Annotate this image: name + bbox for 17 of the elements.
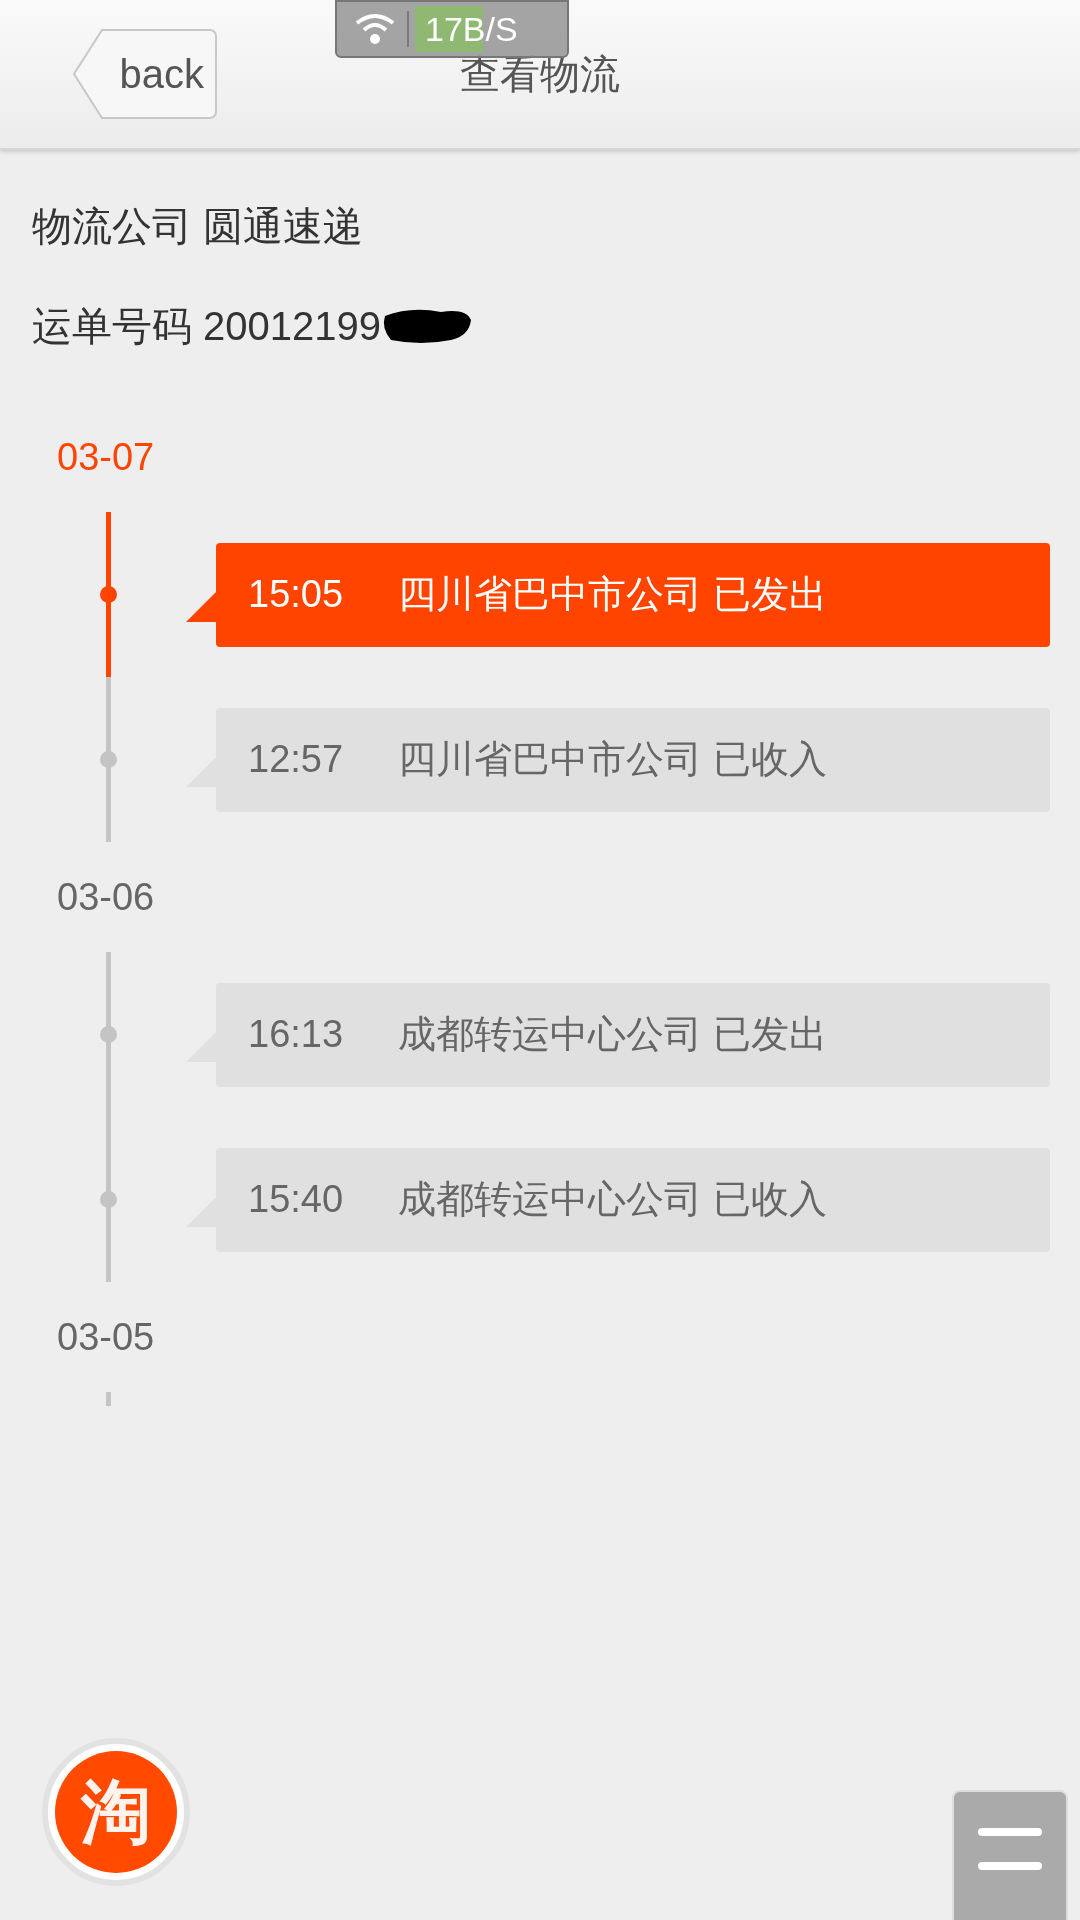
entry-time: 16:13: [248, 1012, 345, 1057]
menu-button[interactable]: [952, 1790, 1068, 1920]
entry-text: 四川省巴中市公司 已收入: [398, 737, 827, 782]
date-label: 03-05: [57, 1314, 155, 1360]
menu-icon: [978, 1828, 1042, 1870]
info-line: 物流公司 圆通速递: [32, 203, 364, 250]
entry-time: 15:40: [248, 1177, 345, 1222]
date-label: 03-06: [57, 874, 155, 920]
entry-text: 成都转运中心公司 已发出: [398, 1012, 827, 1057]
entry-text: 四川省巴中市公司 已发出: [398, 572, 827, 617]
info-line: 运单号码 20012199: [32, 303, 382, 350]
entry-text: 成都转运中心公司 已收入: [398, 1177, 827, 1222]
back-button[interactable]: back: [72, 28, 218, 120]
date-label: 03-07: [57, 434, 155, 480]
wifi-icon: [355, 13, 395, 45]
entry-time: 12:57: [248, 737, 345, 782]
entry-time: 15:05: [248, 572, 345, 617]
